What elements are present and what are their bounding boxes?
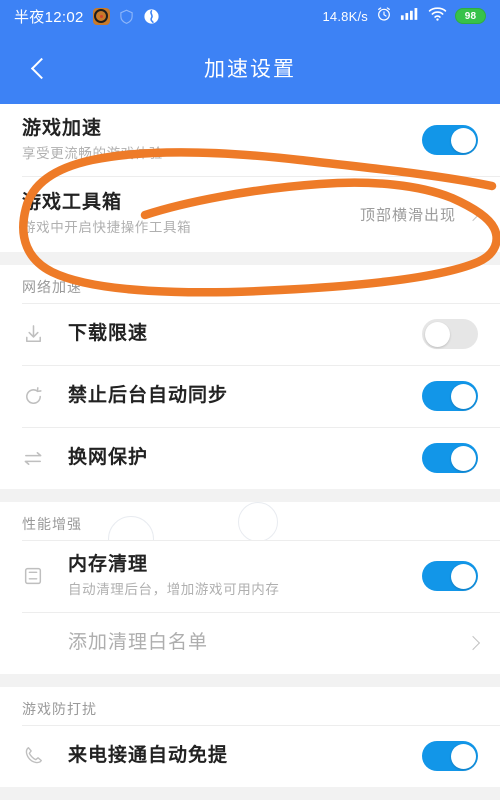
row-add-cleanup-whitelist[interactable]: 添加清理白名单 <box>0 612 500 674</box>
row-text: 换网保护 <box>68 446 422 471</box>
swap-icon <box>22 447 68 470</box>
status-bar: 半夜12:02 14.8K/s 98 <box>0 0 500 32</box>
toggle-knob <box>450 445 476 471</box>
row-text: 来电接通自动免提 <box>68 744 422 769</box>
network-speed: 14.8K/s <box>322 8 368 24</box>
toggle-disable-background-sync[interactable] <box>422 381 478 411</box>
group-divider <box>0 489 500 502</box>
sync-icon <box>22 385 68 408</box>
toggle-knob <box>424 321 450 347</box>
row-value: 顶部横滑出现 <box>359 206 456 224</box>
group-divider <box>0 252 500 265</box>
back-button[interactable] <box>22 51 56 85</box>
row-title: 换网保护 <box>68 446 149 468</box>
battery-level: 98 <box>464 10 477 22</box>
section-header-do-not-disturb: 游戏防打扰 <box>0 687 500 725</box>
row-download-limit[interactable]: 下载限速 <box>0 303 500 365</box>
row-title: 游戏加速 <box>22 118 103 140</box>
settings-group-network: 网络加速 下载限速 禁止后台自动同步 换网保护 <box>0 265 500 489</box>
row-game-acceleration[interactable]: 游戏加速 享受更流畅的游戏体验 <box>0 104 500 176</box>
settings-group-general: 游戏加速 享受更流畅的游戏体验 游戏工具箱 游戏中开启快捷操作工具箱 顶部横滑出… <box>0 104 500 252</box>
toggle-knob <box>450 383 476 409</box>
cellular-signal-icon <box>400 6 420 26</box>
row-subtitle: 自动清理后台，增加游戏可用内存 <box>68 582 280 598</box>
row-memory-cleanup[interactable]: 内存清理 自动清理后台，增加游戏可用内存 <box>0 540 500 612</box>
toggle-memory-cleanup[interactable] <box>422 561 478 591</box>
row-text: 下载限速 <box>68 322 422 347</box>
row-title: 内存清理 <box>68 554 149 576</box>
row-title: 添加清理白名单 <box>68 631 209 653</box>
chevron-left-icon <box>30 57 52 79</box>
memory-icon <box>22 565 68 587</box>
row-title: 来电接通自动免提 <box>68 744 229 766</box>
toggle-knob <box>450 563 476 589</box>
toggle-auto-speaker-on-call[interactable] <box>422 741 478 771</box>
toggle-network-switch-protection[interactable] <box>422 443 478 473</box>
chevron-right-icon <box>465 206 481 222</box>
row-text: 添加清理白名单 <box>68 631 468 656</box>
status-time: 半夜12:02 <box>14 8 84 26</box>
row-network-switch-protection[interactable]: 换网保护 <box>0 427 500 489</box>
settings-group-performance: 性能增强 内存清理 自动清理后台，增加游戏可用内存 添加清理白名单 <box>0 502 500 674</box>
group-divider <box>0 674 500 687</box>
toggle-game-acceleration[interactable] <box>422 125 478 155</box>
row-auto-speaker-on-call[interactable]: 来电接通自动免提 <box>0 725 500 787</box>
row-title: 下载限速 <box>68 322 149 344</box>
row-text: 禁止后台自动同步 <box>68 384 422 409</box>
row-subtitle: 游戏中开启快捷操作工具箱 <box>22 220 192 236</box>
phone-screen: 半夜12:02 14.8K/s 98 加速设置 游戏加速 享受更流畅的游戏体验 … <box>0 0 500 800</box>
app-icon <box>92 7 110 25</box>
row-title: 禁止后台自动同步 <box>68 384 229 406</box>
browser-icon <box>143 8 160 25</box>
shield-icon <box>119 8 134 25</box>
row-subtitle: 享受更流畅的游戏体验 <box>22 146 163 162</box>
row-text: 游戏工具箱 游戏中开启快捷操作工具箱 <box>22 191 360 236</box>
toggle-download-limit[interactable] <box>422 319 478 349</box>
section-header-network: 网络加速 <box>0 265 500 303</box>
page-title: 加速设置 <box>204 58 296 81</box>
download-icon <box>22 323 68 346</box>
phone-icon <box>22 745 68 767</box>
toggle-knob <box>450 127 476 153</box>
chevron-right-icon <box>465 635 481 651</box>
row-game-toolbox[interactable]: 游戏工具箱 游戏中开启快捷操作工具箱 顶部横滑出现 <box>0 176 500 252</box>
wifi-icon <box>428 6 447 27</box>
toggle-knob <box>450 743 476 769</box>
settings-list[interactable]: 游戏加速 享受更流畅的游戏体验 游戏工具箱 游戏中开启快捷操作工具箱 顶部横滑出… <box>0 104 500 800</box>
battery-icon: 98 <box>455 8 486 24</box>
status-bar-left: 半夜12:02 <box>14 6 323 27</box>
alarm-icon <box>376 6 392 27</box>
status-bar-right: 14.8K/s 98 <box>322 6 486 27</box>
row-text: 游戏加速 享受更流畅的游戏体验 <box>22 117 422 162</box>
settings-group-do-not-disturb: 游戏防打扰 来电接通自动免提 <box>0 687 500 787</box>
app-bar: 加速设置 <box>0 32 500 104</box>
row-text: 内存清理 自动清理后台，增加游戏可用内存 <box>68 553 422 598</box>
row-title: 游戏工具箱 <box>22 192 123 214</box>
section-header-performance: 性能增强 <box>0 502 500 540</box>
row-disable-background-sync[interactable]: 禁止后台自动同步 <box>0 365 500 427</box>
